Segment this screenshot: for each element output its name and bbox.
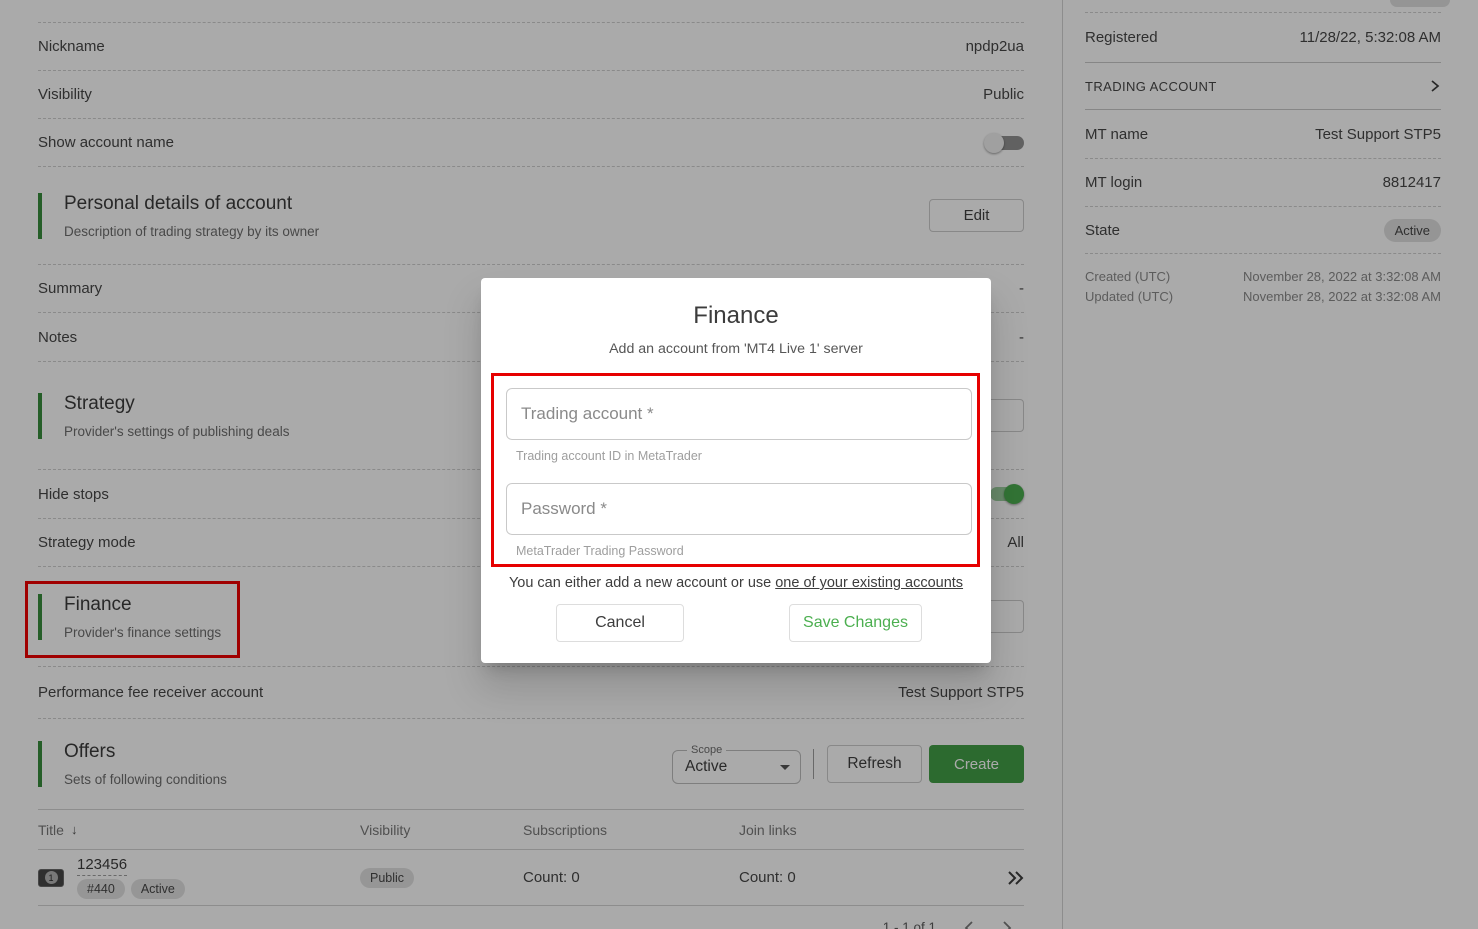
cancel-button[interactable]: Cancel — [556, 604, 684, 642]
trading-account-input[interactable] — [506, 388, 972, 440]
provider-settings-page: Nickname npdp2ua Visibility Public Show … — [0, 0, 1478, 929]
modal-note: You can either add a new account or use … — [481, 575, 991, 591]
password-field-wrap — [506, 483, 972, 535]
existing-accounts-link[interactable]: one of your existing accounts — [775, 575, 963, 591]
finance-modal: Finance Add an account from 'MT4 Live 1'… — [481, 278, 991, 663]
trading-account-helper: Trading account ID in MetaTrader — [516, 449, 702, 463]
password-helper: MetaTrader Trading Password — [516, 544, 684, 558]
modal-subtitle: Add an account from 'MT4 Live 1' server — [481, 341, 991, 357]
password-input[interactable] — [506, 483, 972, 535]
trading-account-field-wrap — [506, 388, 972, 440]
note-text: You can either add a new account or use — [509, 575, 775, 591]
modal-title: Finance — [481, 302, 991, 330]
save-changes-button[interactable]: Save Changes — [789, 604, 922, 642]
